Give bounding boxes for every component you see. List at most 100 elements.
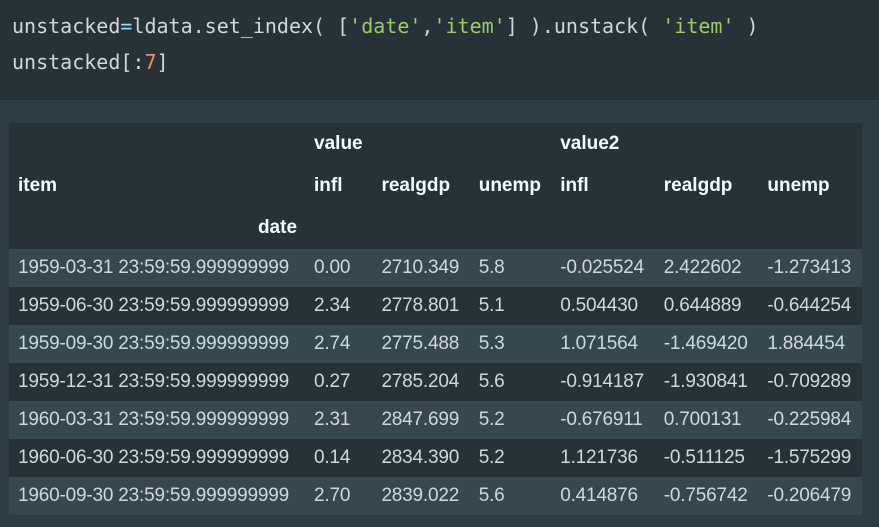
header-cell bbox=[9, 123, 305, 165]
header-cell bbox=[655, 123, 759, 165]
table-row: 1960-09-30 23:59:59.999999999 2.70 2839.… bbox=[9, 477, 862, 515]
code-token: unstacked[: bbox=[12, 50, 145, 74]
table-cell: -0.644254 bbox=[767, 295, 852, 316]
code-token: 'item' bbox=[662, 14, 735, 38]
index-cell: 1959-03-31 23:59:59.999999999 bbox=[18, 257, 290, 278]
table-cell: 2.74 bbox=[314, 333, 351, 354]
table-cell: -1.930841 bbox=[663, 371, 748, 392]
dataframe-table: value value2 item infl realgdp unemp inf… bbox=[9, 123, 862, 515]
table-row: 1959-12-31 23:59:59.999999999 0.27 2785.… bbox=[9, 363, 862, 401]
table-cell: -0.225984 bbox=[767, 409, 852, 430]
header-cell: value bbox=[314, 133, 363, 154]
header-cell: unemp bbox=[767, 175, 830, 196]
table-cell: -0.709289 bbox=[767, 371, 852, 392]
header-row-index: date bbox=[9, 207, 862, 249]
table-cell: -0.676911 bbox=[560, 409, 643, 430]
code-token: unstacked bbox=[12, 14, 121, 38]
table-cell: 5.2 bbox=[478, 409, 505, 430]
table-cell: -0.206479 bbox=[767, 485, 852, 506]
table-cell: -0.756742 bbox=[663, 485, 748, 506]
index-cell: 1960-06-30 23:59:59.999999999 bbox=[18, 447, 290, 468]
header-cell: realgdp bbox=[381, 175, 451, 196]
header-cell bbox=[470, 123, 551, 165]
table-cell: -1.575299 bbox=[767, 447, 852, 468]
table-cell: -1.469420 bbox=[663, 333, 748, 354]
table-cell: 2.422602 bbox=[663, 257, 742, 278]
table-cell: 2847.699 bbox=[381, 409, 460, 430]
index-cell: 1959-09-30 23:59:59.999999999 bbox=[18, 333, 290, 354]
notebook-view: unstacked=ldata.set_index( ['date','item… bbox=[0, 0, 879, 527]
code-cell[interactable]: unstacked=ldata.set_index( ['date','item… bbox=[0, 0, 879, 100]
table-cell: 2.70 bbox=[314, 485, 351, 506]
code-token: 7 bbox=[144, 50, 157, 74]
header-cell: unemp bbox=[478, 175, 541, 196]
header-cell bbox=[470, 207, 551, 249]
header-cell bbox=[372, 207, 469, 249]
header-cell bbox=[372, 123, 469, 165]
table-cell: 2710.349 bbox=[381, 257, 460, 278]
table-cell: 2834.390 bbox=[381, 447, 460, 468]
header-cell bbox=[305, 207, 372, 249]
index-name-cell: date bbox=[257, 217, 298, 238]
table-cell: 0.504430 bbox=[560, 295, 638, 316]
table-cell: -1.273413 bbox=[767, 257, 852, 278]
table-cell: 0.644889 bbox=[663, 295, 742, 316]
code-token: ) bbox=[734, 14, 759, 38]
code-token: 'item' bbox=[433, 14, 506, 38]
table-cell: 2.34 bbox=[314, 295, 351, 316]
table-row: 1959-03-31 23:59:59.999999999 0.00 2710.… bbox=[9, 249, 862, 287]
table-cell: 1.884454 bbox=[767, 333, 846, 354]
table-cell: 2775.488 bbox=[381, 333, 460, 354]
header-cell bbox=[655, 207, 759, 249]
table-row: 1960-03-31 23:59:59.999999999 2.31 2847.… bbox=[9, 401, 862, 439]
code-line-1: unstacked=ldata.set_index( ['date','item… bbox=[12, 8, 879, 44]
index-cell: 1960-09-30 23:59:59.999999999 bbox=[18, 485, 290, 506]
table-body: 1959-03-31 23:59:59.999999999 0.00 2710.… bbox=[9, 249, 862, 515]
code-token: [ bbox=[325, 14, 350, 38]
table-cell: 0.414876 bbox=[560, 485, 638, 506]
table-cell: 2785.204 bbox=[381, 371, 460, 392]
table-cell: 1.121736 bbox=[560, 447, 638, 468]
table-cell: 5.6 bbox=[478, 371, 505, 392]
code-token: ] bbox=[156, 50, 169, 74]
table-row: 1959-06-30 23:59:59.999999999 2.34 2778.… bbox=[9, 287, 862, 325]
table-cell: 5.6 bbox=[478, 485, 505, 506]
header-cell: value2 bbox=[560, 133, 620, 154]
header-cell: realgdp bbox=[663, 175, 733, 196]
table-cell: 5.3 bbox=[478, 333, 505, 354]
header-cell: infl bbox=[314, 175, 343, 196]
table-cell: 2839.022 bbox=[381, 485, 460, 506]
table-cell: 5.1 bbox=[478, 295, 505, 316]
header-cell bbox=[758, 207, 862, 249]
table-cell: 5.2 bbox=[478, 447, 505, 468]
table-cell: -0.511125 bbox=[663, 447, 745, 468]
table-cell: 2778.801 bbox=[381, 295, 460, 316]
header-cell bbox=[551, 207, 655, 249]
table-row: 1959-09-30 23:59:59.999999999 2.74 2775.… bbox=[9, 325, 862, 363]
table-header: value value2 item infl realgdp unemp inf… bbox=[9, 123, 862, 249]
table-cell: 0.00 bbox=[314, 257, 351, 278]
index-cell: 1959-12-31 23:59:59.999999999 bbox=[18, 371, 290, 392]
index-cell: 1960-03-31 23:59:59.999999999 bbox=[18, 409, 290, 430]
table-cell: 2.31 bbox=[314, 409, 351, 430]
output-cell: value value2 item infl realgdp unemp inf… bbox=[0, 102, 879, 527]
table-cell: 1.071564 bbox=[560, 333, 638, 354]
code-token: = bbox=[120, 14, 133, 38]
code-token: 'date' bbox=[349, 14, 422, 38]
table-cell: 0.700131 bbox=[663, 409, 742, 430]
table-cell: -0.914187 bbox=[560, 371, 644, 392]
header-row-level0: value value2 bbox=[9, 123, 862, 165]
columns-name-cell: item bbox=[18, 175, 58, 196]
code-token: ldata.set_index( bbox=[132, 14, 326, 38]
code-token: ] ).unstack( bbox=[505, 14, 651, 38]
header-row-level1: item infl realgdp unemp infl realgdp une… bbox=[9, 165, 862, 207]
header-cell: infl bbox=[560, 175, 589, 196]
table-cell: 5.8 bbox=[478, 257, 505, 278]
index-cell: 1959-06-30 23:59:59.999999999 bbox=[18, 295, 290, 316]
table-cell: 0.14 bbox=[314, 447, 351, 468]
table-row: 1960-06-30 23:59:59.999999999 0.14 2834.… bbox=[9, 439, 862, 477]
code-line-2: unstacked[:7] bbox=[12, 44, 879, 80]
table-cell: 0.27 bbox=[314, 371, 351, 392]
header-cell bbox=[758, 123, 862, 165]
